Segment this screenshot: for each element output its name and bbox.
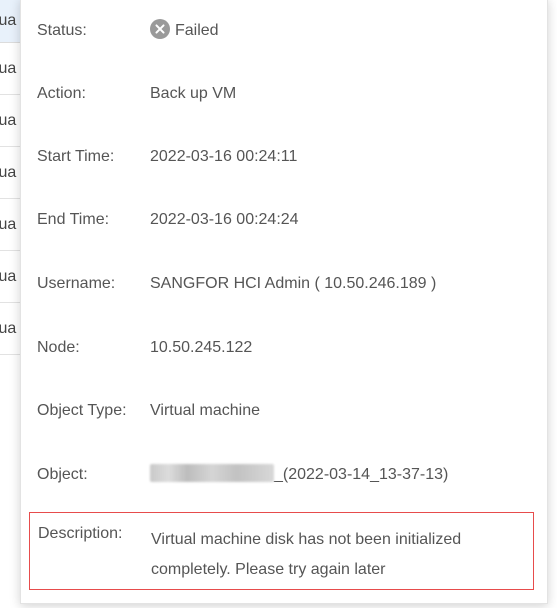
- table-cell: tua: [0, 60, 17, 77]
- object-type-value: Virtual machine: [150, 402, 260, 419]
- description-label: Description:: [38, 525, 123, 542]
- table-cell: tua: [0, 268, 17, 285]
- description-highlight-box: Description: Virtual machine disk has no…: [29, 512, 534, 590]
- end-time-label: End Time:: [37, 211, 110, 228]
- failed-x-icon: [150, 19, 170, 39]
- table-cell: tua: [0, 12, 17, 29]
- end-time-value: 2022-03-16 00:24:24: [150, 211, 299, 228]
- username-label: Username:: [37, 275, 116, 292]
- object-label: Object:: [37, 466, 88, 483]
- action-value: Back up VM: [150, 85, 237, 102]
- task-details-popup: Status: Failed Action: Back up VM Start …: [20, 0, 548, 604]
- action-label: Action:: [37, 85, 86, 102]
- table-cell: tua: [0, 320, 17, 337]
- table-cell: tua: [0, 164, 17, 181]
- status-value: Failed: [150, 19, 219, 43]
- object-type-label: Object Type:: [37, 402, 127, 419]
- description-value: Virtual machine disk has not been initia…: [151, 531, 462, 578]
- object-suffix: _(2022-03-14_13-37-13): [274, 466, 449, 483]
- status-label: Status:: [37, 22, 87, 39]
- table-cell: tua: [0, 112, 17, 129]
- node-value: 10.50.245.122: [150, 339, 253, 356]
- table-cell: tua: [0, 216, 17, 233]
- node-label: Node:: [37, 339, 80, 356]
- redacted-object-name: [150, 464, 274, 482]
- object-value: _(2022-03-14_13-37-13): [150, 463, 448, 487]
- start-time-value: 2022-03-16 00:24:11: [150, 148, 298, 165]
- status-text: Failed: [175, 22, 219, 39]
- username-value: SANGFOR HCI Admin ( 10.50.246.189 ): [150, 275, 437, 292]
- start-time-label: Start Time:: [37, 148, 115, 165]
